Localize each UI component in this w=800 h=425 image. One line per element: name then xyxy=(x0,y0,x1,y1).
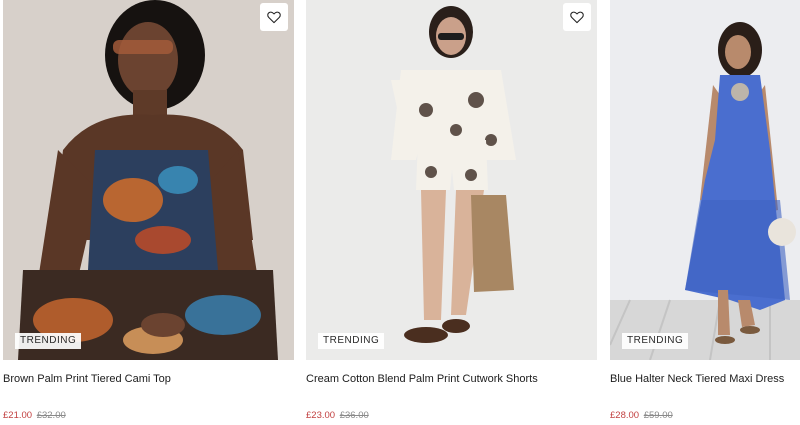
product-image[interactable]: TRENDING xyxy=(610,0,800,360)
product-card[interactable]: TRENDING Blue Halter Neck Tiered Maxi Dr… xyxy=(610,0,800,425)
trending-badge: TRENDING xyxy=(15,333,82,349)
product-card[interactable]: TRENDING Brown Palm Print Tiered Cami To… xyxy=(3,0,294,425)
product-card[interactable]: TRENDING Cream Cotton Blend Palm Print C… xyxy=(306,0,597,425)
original-price: £32.00 xyxy=(36,410,66,421)
original-price: £36.00 xyxy=(339,410,369,421)
product-title[interactable]: Brown Palm Print Tiered Cami Top xyxy=(3,373,294,385)
product-image[interactable]: TRENDING xyxy=(306,0,597,360)
heart-outline-icon xyxy=(570,11,584,24)
product-price: £23.00 £36.00 xyxy=(306,410,369,421)
wishlist-button[interactable] xyxy=(260,3,288,31)
trending-badge: TRENDING xyxy=(622,333,689,349)
sale-price: £23.00 xyxy=(306,410,336,421)
product-image[interactable]: TRENDING xyxy=(3,0,294,360)
sale-price: £28.00 xyxy=(610,410,640,421)
sale-price: £21.00 xyxy=(3,410,33,421)
original-price: £59.00 xyxy=(643,410,673,421)
product-title[interactable]: Blue Halter Neck Tiered Maxi Dress xyxy=(610,373,800,385)
product-title[interactable]: Cream Cotton Blend Palm Print Cutwork Sh… xyxy=(306,373,597,385)
trending-badge: TRENDING xyxy=(318,333,385,349)
heart-outline-icon xyxy=(267,11,281,24)
wishlist-button[interactable] xyxy=(563,3,591,31)
product-price: £21.00 £32.00 xyxy=(3,410,66,421)
product-price: £28.00 £59.00 xyxy=(610,410,673,421)
product-grid: TRENDING Brown Palm Print Tiered Cami To… xyxy=(0,0,800,425)
